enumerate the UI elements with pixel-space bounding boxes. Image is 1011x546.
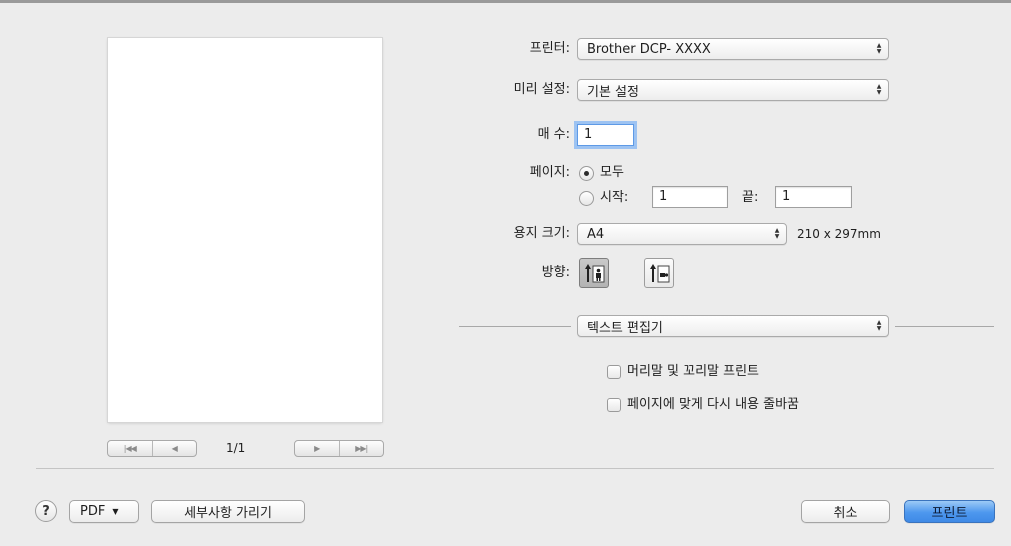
portrait-icon: [585, 264, 605, 283]
updown-arrows-icon: ▲ ▼: [774, 227, 780, 240]
presets-popup[interactable]: 기본 설정 ▲ ▼: [577, 79, 889, 101]
copies-field[interactable]: 1: [577, 124, 634, 146]
paper-size-value: A4: [587, 226, 605, 242]
section-divider-right: [895, 326, 994, 327]
pages-to-field[interactable]: 1: [775, 186, 852, 208]
paper-size-popup[interactable]: A4 ▲ ▼: [577, 223, 787, 245]
printer-popup[interactable]: Brother DCP- XXXX ▲ ▼: [577, 38, 889, 60]
previous-page-button[interactable]: ◀: [151, 441, 197, 456]
pdf-label: PDF: [80, 504, 106, 519]
rewrap-checkbox[interactable]: [607, 398, 621, 412]
print-button[interactable]: 프린트: [904, 500, 995, 523]
last-page-button[interactable]: ▶▶|: [338, 441, 384, 456]
pages-to-label: 끝:: [742, 190, 759, 205]
paper-size-label: 용지 크기:: [513, 226, 570, 241]
cancel-button[interactable]: 취소: [801, 500, 890, 523]
presets-value: 기본 설정: [587, 84, 639, 100]
printer-label: 프린터:: [529, 41, 570, 56]
help-button[interactable]: ?: [35, 500, 57, 522]
preview-back-nav: |◀◀ ◀: [107, 440, 197, 457]
pages-from-field[interactable]: 1: [652, 186, 728, 208]
pages-all-label: 모두: [600, 165, 624, 180]
app-section-value: 텍스트 편집기: [587, 320, 663, 336]
rewrap-label: 페이지에 맞게 다시 내용 줄바꿈: [627, 397, 800, 412]
header-footer-checkbox[interactable]: [607, 365, 621, 379]
pages-from-label: 시작:: [600, 190, 629, 205]
orientation-portrait-button[interactable]: [579, 258, 609, 288]
copies-label: 매 수:: [537, 127, 570, 142]
preview-page-count: 1/1: [226, 441, 246, 455]
window-top-edge: [0, 0, 1011, 3]
dropdown-arrow-icon: ▼: [112, 507, 119, 516]
pdf-menu-button[interactable]: PDF ▼: [69, 500, 139, 523]
footer-divider: [36, 468, 994, 469]
help-icon: ?: [42, 503, 50, 519]
printer-value: Brother DCP- XXXX: [587, 41, 711, 57]
paper-dimensions: 210 x 297mm: [797, 227, 881, 241]
updown-arrows-icon: ▲ ▼: [876, 319, 882, 332]
header-footer-label: 머리말 및 꼬리말 프린트: [627, 364, 759, 379]
preview-forward-nav: ▶ ▶▶|: [294, 440, 384, 457]
pages-range-radio[interactable]: [579, 191, 594, 206]
updown-arrows-icon: ▲ ▼: [876, 83, 882, 96]
hide-details-button[interactable]: 세부사항 가리기: [151, 500, 305, 523]
landscape-icon: [650, 264, 670, 283]
pages-all-radio[interactable]: [579, 166, 594, 181]
print-preview-page: [108, 38, 382, 422]
pages-label: 페이지:: [529, 165, 570, 180]
first-page-button[interactable]: |◀◀: [108, 441, 152, 456]
presets-label: 미리 설정:: [513, 82, 570, 97]
updown-arrows-icon: ▲ ▼: [876, 42, 882, 55]
section-divider-left: [459, 326, 571, 327]
next-page-button[interactable]: ▶: [295, 441, 339, 456]
orientation-landscape-button[interactable]: [644, 258, 674, 288]
orientation-label: 방향:: [541, 265, 570, 280]
app-section-popup[interactable]: 텍스트 편집기 ▲ ▼: [577, 315, 889, 337]
